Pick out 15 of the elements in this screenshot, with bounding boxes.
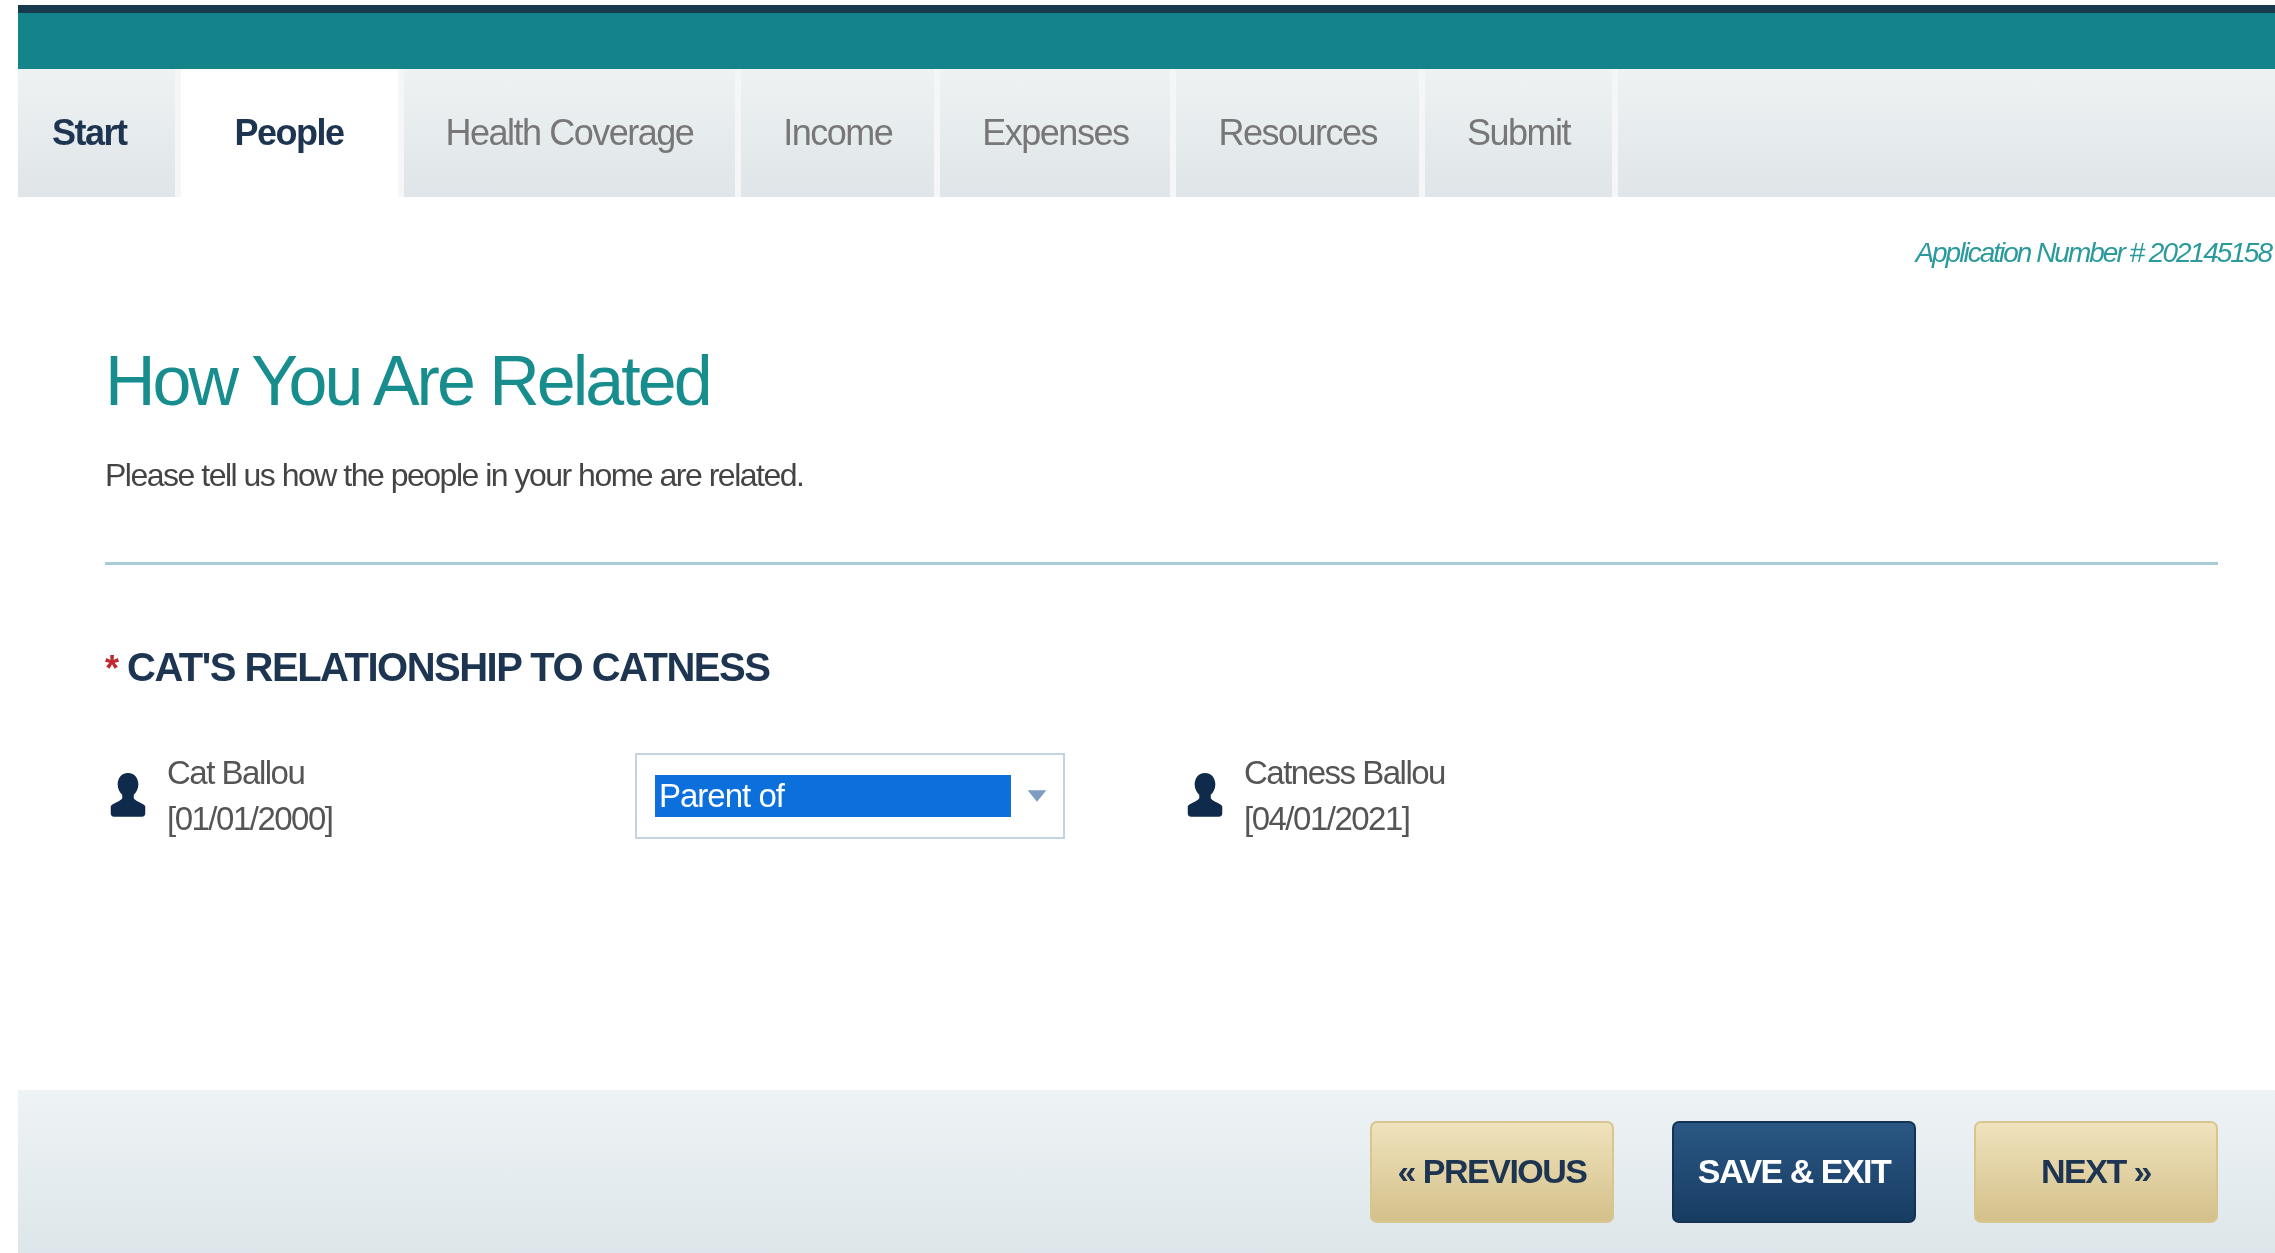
page-heading: How You Are Related — [105, 341, 711, 422]
person-birthdate: [04/01/2021] — [1244, 799, 1411, 840]
application-number: Application Number # 202145158 — [1915, 237, 2271, 270]
person-name: Cat Ballou — [167, 753, 306, 793]
person-birthdate: [01/01/2000] — [167, 799, 333, 840]
next-button[interactable]: NEXT » — [1974, 1120, 2218, 1223]
caret-icon — [1025, 789, 1049, 804]
required-mark: * — [105, 648, 119, 690]
save-exit-button[interactable]: SAVE & EXIT — [1672, 1120, 1916, 1223]
question-label: CAT'S RELATIONSHIP TO CATNESS — [127, 645, 770, 690]
previous-button[interactable]: « PREVIOUS — [1370, 1120, 1614, 1223]
person-name: Catness Ballou — [1244, 753, 1445, 793]
relationship-select[interactable]: Parent of — [635, 753, 1065, 840]
intro-text: Please tell us how the people in your home are related. — [105, 457, 805, 494]
tab[interactable]: People — [180, 69, 404, 197]
